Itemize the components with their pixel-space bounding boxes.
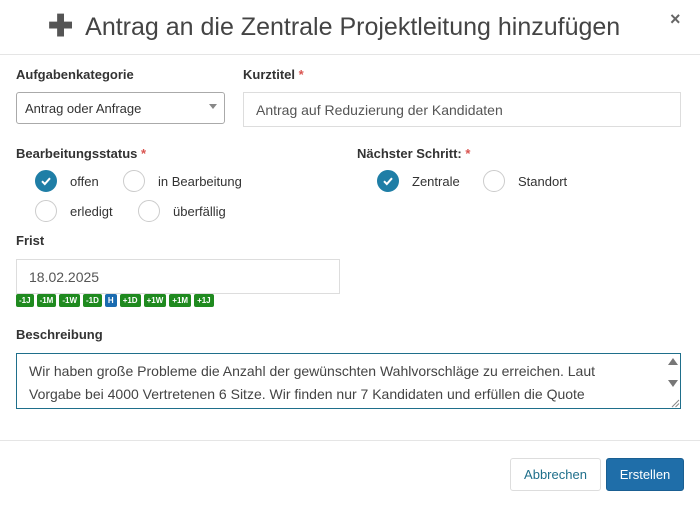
dialog-title-text: Antrag an die Zentrale Projektleitung hi… <box>85 12 621 41</box>
status-option-label: offen <box>70 173 99 189</box>
date-shortcut-plus-1-week[interactable]: +1W <box>143 294 167 307</box>
status-radio-erledigt[interactable]: erledigt <box>35 200 113 222</box>
chevron-down-icon <box>209 104 217 109</box>
status-radio-in-bearbeitung[interactable]: in Bearbeitung <box>123 170 242 192</box>
deadline-label: Frist <box>16 233 45 248</box>
category-select[interactable]: Antrag oder Anfrage <box>16 92 225 124</box>
status-radio-ueberfaellig[interactable]: überfällig <box>138 200 226 222</box>
date-shortcut-today[interactable]: H <box>104 294 117 307</box>
dialog-title: ✚ Antrag an die Zentrale Projektleitung … <box>48 12 620 42</box>
description-line: Vorgabe bei 4000 Vertretenen 6 Sitze. Wi… <box>29 385 585 402</box>
date-shortcut-plus-1-month[interactable]: +1M <box>169 294 192 307</box>
description-textarea[interactable]: Wir haben große Probleme die Anzahl der … <box>16 353 681 409</box>
next-step-radio-zentrale[interactable]: Zentrale <box>377 170 460 192</box>
date-shortcuts: -1J -1M -1W -1D H +1D +1W +1M +1J <box>16 294 214 307</box>
close-icon[interactable]: × <box>670 9 681 30</box>
status-option-label: in Bearbeitung <box>158 173 242 189</box>
plus-icon: ✚ <box>48 10 74 43</box>
cancel-button[interactable]: Abbrechen <box>510 458 601 491</box>
status-option-label: überfällig <box>173 203 226 219</box>
status-radio-offen[interactable]: offen <box>35 170 99 192</box>
checkmark-icon <box>377 170 399 192</box>
status-option-label: erledigt <box>70 203 113 219</box>
short-title-input[interactable]: Antrag auf Reduzierung der Kandidaten <box>243 92 681 127</box>
next-step-option-label: Standort <box>518 173 568 189</box>
description-line: Wir haben große Probleme die Anzahl der … <box>29 363 596 379</box>
radio-circle-icon <box>483 170 505 192</box>
dialog-header: ✚ Antrag an die Zentrale Projektleitung … <box>0 0 700 55</box>
description-label: Beschreibung <box>16 327 103 342</box>
date-shortcut-plus-1-year[interactable]: +1J <box>194 294 214 307</box>
next-step-option-label: Zentrale <box>412 173 460 189</box>
status-label-text: Bearbeitungsstatus <box>16 146 138 161</box>
next-step-label-text: Nächster Schritt: <box>357 146 462 161</box>
radio-circle-icon <box>138 200 160 222</box>
radio-circle-icon <box>123 170 145 192</box>
date-shortcut-minus-1-month[interactable]: -1M <box>36 294 57 307</box>
required-marker: * <box>465 146 471 161</box>
resize-grip-icon[interactable] <box>671 399 680 408</box>
short-title-label: Kurztitel * <box>243 67 304 82</box>
next-step-radio-standort[interactable]: Standort <box>483 170 567 192</box>
footer-divider <box>0 440 700 441</box>
checkmark-icon <box>35 170 57 192</box>
category-label: Aufgabenkategorie <box>16 67 134 82</box>
date-shortcut-minus-1-year[interactable]: -1J <box>16 294 34 307</box>
scroll-up-icon[interactable] <box>668 358 678 365</box>
scroll-down-icon[interactable] <box>668 380 678 387</box>
required-marker: * <box>141 146 147 161</box>
date-shortcut-plus-1-day[interactable]: +1D <box>119 294 141 307</box>
next-step-label: Nächster Schritt: * <box>357 146 470 161</box>
deadline-input[interactable]: 18.02.2025 <box>16 259 340 294</box>
date-shortcut-minus-1-day[interactable]: -1D <box>83 294 102 307</box>
status-label: Bearbeitungsstatus * <box>16 146 146 161</box>
date-shortcut-minus-1-week[interactable]: -1W <box>59 294 81 307</box>
create-button[interactable]: Erstellen <box>606 458 684 491</box>
short-title-label-text: Kurztitel <box>243 67 295 82</box>
category-selected-value: Antrag oder Anfrage <box>25 101 142 116</box>
radio-circle-icon <box>35 200 57 222</box>
required-marker: * <box>298 67 304 82</box>
